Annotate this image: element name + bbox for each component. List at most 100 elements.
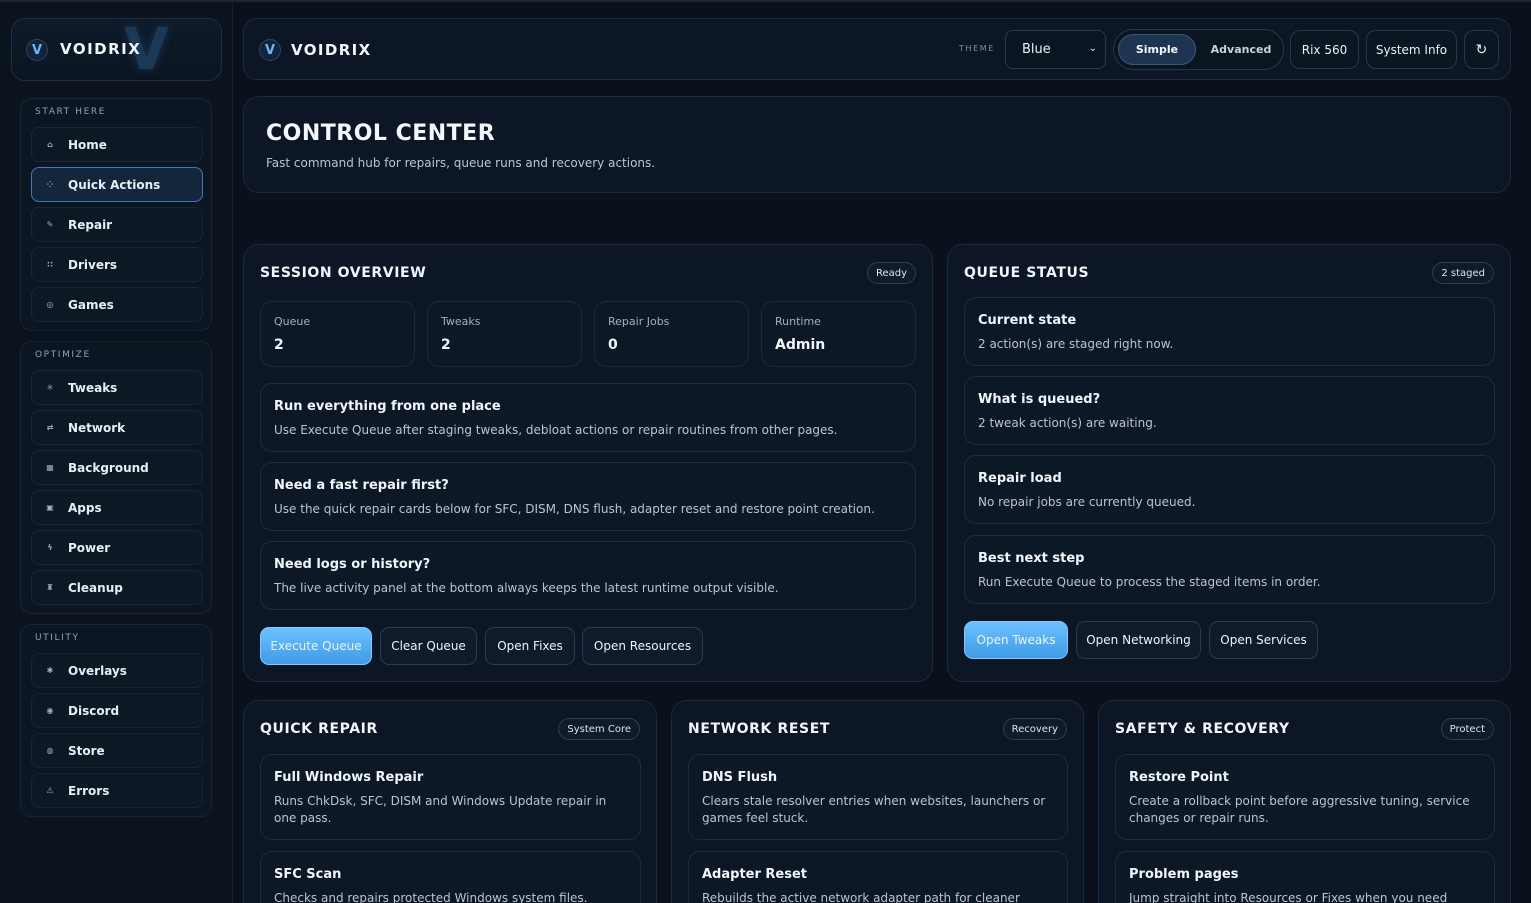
queue-status-panel: QUEUE STATUS 2 staged Current state 2 ac…: [947, 244, 1511, 682]
open-tweaks-button[interactable]: Open Tweaks: [964, 621, 1068, 659]
sidebar-item-background[interactable]: ▦ Background: [31, 450, 203, 485]
open-fixes-button[interactable]: Open Fixes: [485, 627, 575, 665]
chip-icon: ∷: [47, 260, 53, 269]
card-description: The live activity panel at the bottom al…: [274, 581, 779, 595]
brand-block[interactable]: V V VOIDRIX: [11, 18, 222, 81]
nav-group-start-here: START HERE ⌂ Home ⁘ Quick Actions ✎ Repa…: [20, 98, 212, 331]
gamepad-icon: ◎: [46, 300, 54, 309]
overlay-icon: ✱: [46, 666, 54, 675]
open-networking-button[interactable]: Open Networking: [1076, 621, 1201, 659]
sidebar-item-quick-actions[interactable]: ⁘ Quick Actions: [31, 167, 203, 202]
card-title: Need logs or history?: [274, 557, 431, 572]
card-description: Run Execute Queue to process the staged …: [978, 575, 1321, 589]
stat-value: 2: [441, 337, 451, 353]
theme-select-value: Blue: [1022, 42, 1051, 57]
sidebar-item-label: Power: [68, 540, 111, 555]
card-description: Clears stale resolver entries when websi…: [702, 794, 1046, 825]
sidebar-item-power[interactable]: ϟ Power: [31, 530, 203, 565]
action-card-adapter-reset[interactable]: Adapter Reset Rebuilds the active networ…: [688, 851, 1068, 903]
queue-card-current-state: Current state 2 action(s) are staged rig…: [964, 297, 1495, 366]
execute-queue-button[interactable]: Execute Queue: [260, 627, 372, 665]
card-description: Use Execute Queue after staging tweaks, …: [274, 423, 838, 437]
nav-group-optimize: OPTIMIZE ✳ Tweaks ⇄ Network ▦ Background…: [20, 341, 212, 614]
stat-value: 2: [274, 337, 284, 353]
action-card-problem-pages[interactable]: Problem pages Jump straight into Resourc…: [1115, 851, 1495, 903]
clear-queue-button[interactable]: Clear Queue: [380, 627, 477, 665]
hero-panel: CONTROL CENTER Fast command hub for repa…: [243, 96, 1511, 193]
card-title: Current state: [978, 313, 1077, 328]
sidebar-item-overlays[interactable]: ✱ Overlays: [31, 653, 203, 688]
queue-card-what-queued: What is queued? 2 tweak action(s) are wa…: [964, 376, 1495, 445]
action-card-restore-point[interactable]: Restore Point Create a rollback point be…: [1115, 754, 1495, 840]
sidebar-item-errors[interactable]: ⚠ Errors: [31, 773, 203, 808]
sidebar-item-home[interactable]: ⌂ Home: [31, 127, 203, 162]
info-card-logs: Need logs or history? The live activity …: [260, 541, 916, 610]
sidebar-item-repair[interactable]: ✎ Repair: [31, 207, 203, 242]
sidebar-item-network[interactable]: ⇄ Network: [31, 410, 203, 445]
sidebar-item-apps[interactable]: ▣ Apps: [31, 490, 203, 525]
mode-toggle: Simple Advanced: [1113, 29, 1284, 70]
card-title: Repair load: [978, 471, 1062, 486]
action-card-sfc-scan[interactable]: SFC Scan Checks and repairs protected Wi…: [260, 851, 641, 903]
sidebar-item-label: Network: [68, 420, 126, 435]
sidebar-item-label: Repair: [68, 217, 113, 232]
card-description: Rebuilds the active network adapter path…: [702, 891, 1020, 903]
sidebar-item-drivers[interactable]: ∷ Drivers: [31, 247, 203, 282]
home-icon: ⌂: [47, 140, 53, 149]
sidebar-item-games[interactable]: ◎ Games: [31, 287, 203, 322]
theme-select[interactable]: Blue ⌄: [1005, 30, 1106, 69]
refresh-icon[interactable]: ↻: [1464, 30, 1499, 69]
mode-simple-button[interactable]: Simple: [1118, 34, 1196, 65]
action-card-dns-flush[interactable]: DNS Flush Clears stale resolver entries …: [688, 754, 1068, 840]
mode-advanced-button[interactable]: Advanced: [1202, 34, 1280, 65]
warning-icon: ⚠: [46, 786, 54, 795]
action-card-full-windows-repair[interactable]: Full Windows Repair Runs ChkDsk, SFC, DI…: [260, 754, 641, 840]
brand-name: VOIDRIX: [60, 40, 142, 58]
rix-button[interactable]: Rix 560: [1290, 30, 1359, 69]
session-overview-title: SESSION OVERVIEW: [260, 265, 427, 281]
app-title: VOIDRIX: [291, 41, 372, 59]
card-title: Adapter Reset: [702, 867, 808, 882]
sidebar-item-cleanup[interactable]: ♜ Cleanup: [31, 570, 203, 605]
open-resources-button[interactable]: Open Resources: [582, 627, 703, 665]
category-badge: System Core: [558, 718, 640, 740]
sidebar-item-discord[interactable]: ◉ Discord: [31, 693, 203, 728]
safety-recovery-panel: SAFETY & RECOVERY Protect Restore Point …: [1098, 700, 1511, 903]
card-title: Need a fast repair first?: [274, 478, 449, 493]
sidebar-item-label: Home: [68, 137, 107, 152]
network-reset-title: NETWORK RESET: [688, 721, 831, 737]
queue-status-title: QUEUE STATUS: [964, 265, 1090, 281]
sidebar: V V VOIDRIX START HERE ⌂ Home ⁘ Quick Ac…: [0, 2, 233, 903]
trash-icon: ♜: [46, 583, 54, 592]
category-badge: Recovery: [1002, 718, 1067, 740]
app-window: V V VOIDRIX START HERE ⌂ Home ⁘ Quick Ac…: [0, 0, 1531, 903]
sidebar-item-label: Tweaks: [68, 380, 118, 395]
card-description: Jump straight into Resources or Fixes wh…: [1129, 891, 1448, 903]
sidebar-item-tweaks[interactable]: ✳ Tweaks: [31, 370, 203, 405]
sidebar-item-label: Cleanup: [68, 580, 123, 595]
card-title: Problem pages: [1129, 867, 1239, 882]
stat-label: Queue: [274, 315, 311, 328]
page-subtitle: Fast command hub for repairs, queue runs…: [266, 156, 656, 170]
card-description: 2 tweak action(s) are waiting.: [978, 416, 1157, 430]
layers-icon: ▦: [46, 463, 54, 472]
status-badge: Ready: [866, 262, 916, 284]
wrench-icon: ✎: [46, 220, 54, 229]
stat-repair-jobs: Repair Jobs 0: [594, 301, 749, 367]
card-title: Best next step: [978, 551, 1085, 566]
card-description: Use the quick repair cards below for SFC…: [274, 502, 875, 516]
sidebar-item-store[interactable]: ◍ Store: [31, 733, 203, 768]
chevron-down-icon: ⌄: [1088, 43, 1097, 54]
sidebar-item-label: Overlays: [68, 663, 127, 678]
sidebar-item-label: Apps: [68, 500, 102, 515]
brand-logo-icon: V: [26, 39, 48, 61]
category-badge: Protect: [1440, 718, 1494, 740]
sidebar-item-label: Background: [68, 460, 149, 475]
stat-label: Tweaks: [441, 315, 481, 328]
quick-repair-title: QUICK REPAIR: [260, 721, 378, 737]
quick-repair-panel: QUICK REPAIR System Core Full Windows Re…: [243, 700, 657, 903]
sidebar-item-label: Errors: [68, 783, 110, 798]
open-services-button[interactable]: Open Services: [1209, 621, 1318, 659]
system-info-button[interactable]: System Info: [1366, 30, 1457, 69]
sparkle-icon: ✳: [46, 383, 54, 392]
